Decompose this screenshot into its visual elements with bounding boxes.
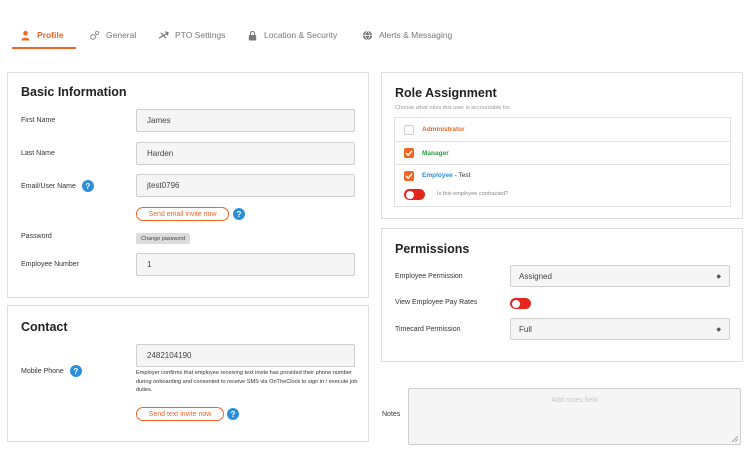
employee-checkbox[interactable]	[404, 171, 414, 181]
tab-pto-settings-label: PTO Settings	[175, 30, 226, 40]
employee-number-label: Employee Number	[21, 261, 79, 268]
contracted-toggle[interactable]	[404, 189, 425, 200]
role-administrator[interactable]: Administrator	[395, 118, 730, 141]
contact-title: Contact	[21, 320, 68, 334]
role-manager[interactable]: Manager	[395, 141, 730, 164]
employee-number-input[interactable]: 1	[136, 253, 355, 276]
profile-tabs: Profile General PTO Settings Location & …	[0, 0, 750, 52]
gears-icon	[90, 30, 100, 40]
tab-alerts-messaging[interactable]: Alerts & Messaging	[362, 27, 452, 43]
active-tab-underline	[12, 47, 76, 49]
tab-general-label: General	[106, 30, 137, 40]
manager-label: Manager	[422, 149, 449, 157]
tab-general[interactable]: General	[89, 27, 136, 43]
tab-profile[interactable]: Profile	[20, 27, 63, 43]
text-invite-help-icon[interactable]: ?	[227, 408, 239, 420]
manager-checkbox[interactable]	[404, 148, 414, 158]
role-assignment-title: Role Assignment	[395, 86, 497, 100]
check-icon	[405, 173, 413, 180]
resize-handle-icon[interactable]	[732, 436, 738, 442]
plane-icon	[158, 30, 169, 39]
check-icon	[405, 150, 413, 157]
role-assignment-subtitle: Choose what roles this user is accountab…	[395, 105, 511, 111]
contracted-label: Is this employee contracted?	[437, 191, 509, 197]
person-icon	[21, 30, 30, 41]
timecard-permission-value: Full	[519, 324, 532, 334]
tab-profile-label: Profile	[37, 30, 64, 40]
mobile-label-row: Mobile Phone ?	[21, 365, 82, 377]
last-name-input[interactable]: Harden	[136, 142, 355, 165]
pay-rates-toggle[interactable]	[510, 298, 531, 309]
mobile-phone-input[interactable]: 2482104190	[136, 344, 355, 367]
employee-label-suffix: - Test	[452, 172, 471, 179]
send-text-invite-button[interactable]: Send text invite now	[136, 407, 224, 421]
notes-textarea[interactable]: Add notes field	[408, 388, 741, 445]
email-input[interactable]: jtest0796	[136, 174, 355, 197]
employee-label: Employee	[422, 172, 453, 179]
select-arrows-icon: ◆	[716, 326, 721, 333]
role-assignment-panel: Role Assignment Choose what roles this u…	[381, 72, 743, 219]
change-password-button[interactable]: Change password	[136, 233, 191, 244]
role-employee[interactable]: Employee - Test	[395, 164, 730, 206]
administrator-checkbox[interactable]	[404, 124, 414, 135]
employee-permission-value: Assigned	[519, 271, 552, 281]
select-arrows-icon: ◆	[716, 273, 721, 280]
timecard-permission-select[interactable]: Full ◆	[510, 318, 730, 340]
email-help-icon[interactable]: ?	[81, 180, 94, 192]
lock-icon	[248, 30, 257, 41]
employee-permission-label: Employee Permission	[395, 273, 463, 280]
notes-placeholder: Add notes field	[551, 397, 598, 404]
email-invite-help-icon[interactable]: ?	[233, 208, 245, 220]
basic-information-title: Basic Information	[21, 85, 127, 99]
tab-location-security-label: Location & Security	[264, 30, 338, 40]
pay-rates-label: View Employee Pay Rates	[395, 299, 478, 306]
password-label: Password	[21, 233, 52, 240]
role-list: Administrator Manager Employee - Test Is…	[394, 117, 731, 207]
employee-permission-select[interactable]: Assigned ◆	[510, 265, 730, 287]
timecard-permission-label: Timecard Permission	[395, 326, 461, 333]
permissions-panel: Permissions Employee Permission Assigned…	[381, 228, 743, 362]
tab-location-security[interactable]: Location & Security	[247, 27, 337, 43]
contact-panel: Contact Mobile Phone ? 2482104190 Employ…	[7, 305, 369, 442]
tab-pto-settings[interactable]: PTO Settings	[158, 27, 225, 43]
sms-consent-text: Employer confirms that employee receivin…	[136, 370, 358, 393]
globe-icon	[362, 30, 373, 40]
basic-information-panel: Basic Information First Name James Last …	[7, 72, 369, 298]
first-name-label: First Name	[21, 117, 56, 124]
administrator-label: Administrator	[422, 126, 465, 133]
tab-alerts-messaging-label: Alerts & Messaging	[379, 30, 453, 40]
notes-label: Notes	[382, 411, 401, 418]
send-email-invite-button[interactable]: Send email invite now	[136, 207, 229, 221]
mobile-help-icon[interactable]: ?	[69, 365, 82, 377]
mobile-phone-label: Mobile Phone	[21, 367, 64, 375]
email-label-row: Email/User Name ?	[21, 180, 94, 192]
email-label: Email/User Name	[21, 182, 76, 190]
permissions-title: Permissions	[395, 242, 470, 256]
first-name-input[interactable]: James	[136, 109, 355, 132]
last-name-label: Last Name	[21, 150, 55, 157]
